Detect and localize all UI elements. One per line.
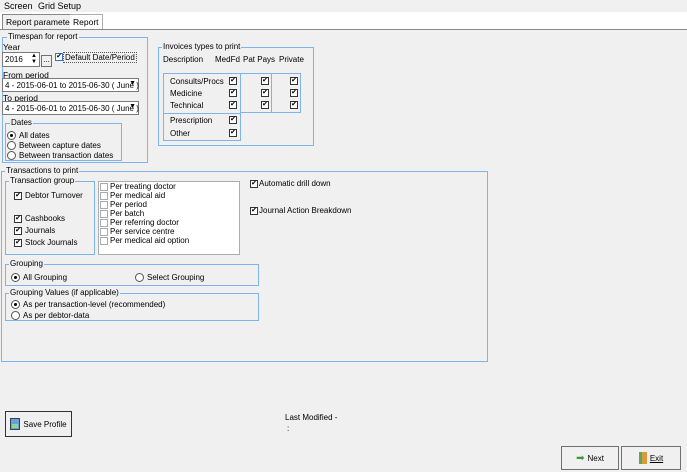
capture-dates-label: Between capture dates	[19, 141, 101, 150]
radio-all-dates[interactable]	[7, 131, 16, 140]
list-item: Per medical aid	[110, 191, 166, 200]
row-other: Other	[170, 129, 191, 138]
technical-medfd-checkbox[interactable]	[229, 101, 237, 109]
timespan-title: Timespan for report	[7, 32, 79, 41]
technical-private-checkbox[interactable]	[290, 101, 298, 109]
debtor-turnover-checkbox[interactable]	[14, 192, 22, 200]
consults-medfd-checkbox[interactable]	[229, 77, 237, 85]
menu-screen[interactable]: Screen	[4, 1, 33, 11]
exit-label: Exit	[649, 453, 664, 463]
radio-transaction-dates[interactable]	[7, 151, 16, 160]
transaction-group-title: Transaction group	[9, 176, 76, 185]
per-referring-doctor-checkbox[interactable]	[100, 219, 108, 227]
consults-patpays-checkbox[interactable]	[261, 77, 269, 85]
tab-strip	[0, 12, 687, 29]
journals-label: Journals	[25, 226, 56, 235]
consults-private-checkbox[interactable]	[290, 77, 298, 85]
default-date-label: Default Date/Period	[63, 52, 137, 63]
list-item: Per service centre	[110, 227, 175, 236]
header-medfd: MedFd	[215, 55, 240, 64]
per-medical-aid-option-checkbox[interactable]	[100, 237, 108, 245]
to-period-value: 4 - 2015-06-01 to 2015-06-30 ( June )	[5, 104, 139, 113]
medicine-patpays-checkbox[interactable]	[261, 89, 269, 97]
list-item: Per referring doctor	[110, 218, 179, 227]
radio-select-grouping[interactable]	[135, 273, 144, 282]
stock-journals-label: Stock Journals	[25, 238, 78, 247]
list-item: Per medical aid option	[110, 236, 190, 245]
radio-transaction-level[interactable]	[11, 300, 20, 309]
from-period-value: 4 - 2015-06-01 to 2015-06-30 ( June )	[5, 81, 139, 90]
row-consults: Consults/Procs	[170, 77, 224, 86]
row-prescription: Prescription	[170, 116, 213, 125]
browse-button[interactable]: ...	[41, 55, 52, 67]
debtor-turnover-label: Debtor Turnover	[25, 191, 83, 200]
medicine-medfd-checkbox[interactable]	[229, 89, 237, 97]
default-date-checkbox[interactable]	[55, 53, 63, 61]
journal-action-breakdown-label: Journal Action Breakdown	[259, 206, 352, 215]
all-grouping-label: All Grouping	[23, 273, 68, 282]
transaction-dates-label: Between transaction dates	[19, 151, 114, 160]
header-private: Private	[279, 55, 304, 64]
dates-title: Dates	[10, 118, 33, 127]
save-profile-button[interactable]: Save Profile	[5, 411, 72, 437]
next-button[interactable]: ➡ Next	[561, 446, 619, 470]
debtor-data-label: As per debtor-data	[23, 311, 90, 320]
per-batch-checkbox[interactable]	[100, 210, 108, 218]
last-modified-value: :	[287, 424, 290, 433]
chevron-down-icon: ▼	[129, 103, 136, 110]
year-value: 2016	[5, 55, 23, 64]
tab-report[interactable]: Report	[70, 14, 103, 29]
automatic-drill-down-checkbox[interactable]	[250, 180, 258, 188]
prescription-medfd-checkbox[interactable]	[229, 116, 237, 124]
from-period-select[interactable]: 4 - 2015-06-01 to 2015-06-30 ( June ) ▼	[2, 78, 139, 92]
select-grouping-label: Select Grouping	[147, 273, 205, 282]
header-pat-pays: Pat Pays	[243, 55, 276, 64]
transaction-level-label: As per transaction-level (recommended)	[23, 300, 166, 309]
per-service-centre-checkbox[interactable]	[100, 228, 108, 236]
cashbooks-label: Cashbooks	[25, 214, 66, 223]
row-medicine: Medicine	[170, 89, 203, 98]
to-period-select[interactable]: 4 - 2015-06-01 to 2015-06-30 ( June ) ▼	[2, 101, 139, 115]
per-medical-aid-checkbox[interactable]	[100, 192, 108, 200]
stock-journals-checkbox[interactable]	[14, 239, 22, 247]
technical-patpays-checkbox[interactable]	[261, 101, 269, 109]
arrow-right-icon: ➡	[576, 452, 585, 464]
per-period-checkbox[interactable]	[100, 201, 108, 209]
tab-divider	[0, 29, 687, 30]
floppy-disk-icon	[10, 418, 21, 430]
exit-door-icon	[638, 452, 647, 464]
journals-checkbox[interactable]	[14, 227, 22, 235]
year-label: Year	[3, 42, 21, 52]
other-medfd-checkbox[interactable]	[229, 129, 237, 137]
last-modified-label: Last Modified -	[285, 413, 338, 422]
save-profile-label: Save Profile	[23, 419, 67, 429]
journal-action-breakdown-checkbox[interactable]	[250, 207, 258, 215]
invoice-types-title: Invoices types to print	[162, 42, 242, 51]
grouping-title: Grouping	[9, 259, 44, 268]
menu-grid-setup[interactable]: Grid Setup	[38, 1, 81, 11]
list-item: Per treating doctor	[110, 182, 176, 191]
radio-capture-dates[interactable]	[7, 141, 16, 150]
per-treating-doctor-checkbox[interactable]	[100, 183, 108, 191]
list-item: Per period	[110, 200, 147, 209]
spinner-arrows-icon[interactable]: ▲ ▼	[31, 53, 37, 65]
row-technical: Technical	[170, 101, 204, 110]
header-description: Description	[163, 55, 204, 64]
year-spinner[interactable]: 2016 ▲ ▼	[2, 52, 40, 67]
list-item: Per batch	[110, 209, 145, 218]
transactions-title: Transactions to print	[5, 166, 80, 175]
radio-debtor-data[interactable]	[11, 311, 20, 320]
medicine-private-checkbox[interactable]	[290, 89, 298, 97]
exit-button[interactable]: Exit	[621, 446, 681, 470]
radio-all-grouping[interactable]	[11, 273, 20, 282]
grouping-values-title: Grouping Values (if applicable)	[9, 288, 120, 297]
all-dates-label: All dates	[19, 131, 50, 140]
automatic-drill-down-label: Automatic drill down	[259, 179, 331, 188]
cashbooks-checkbox[interactable]	[14, 215, 22, 223]
chevron-down-icon: ▼	[129, 80, 136, 87]
next-label: Next	[587, 453, 604, 463]
